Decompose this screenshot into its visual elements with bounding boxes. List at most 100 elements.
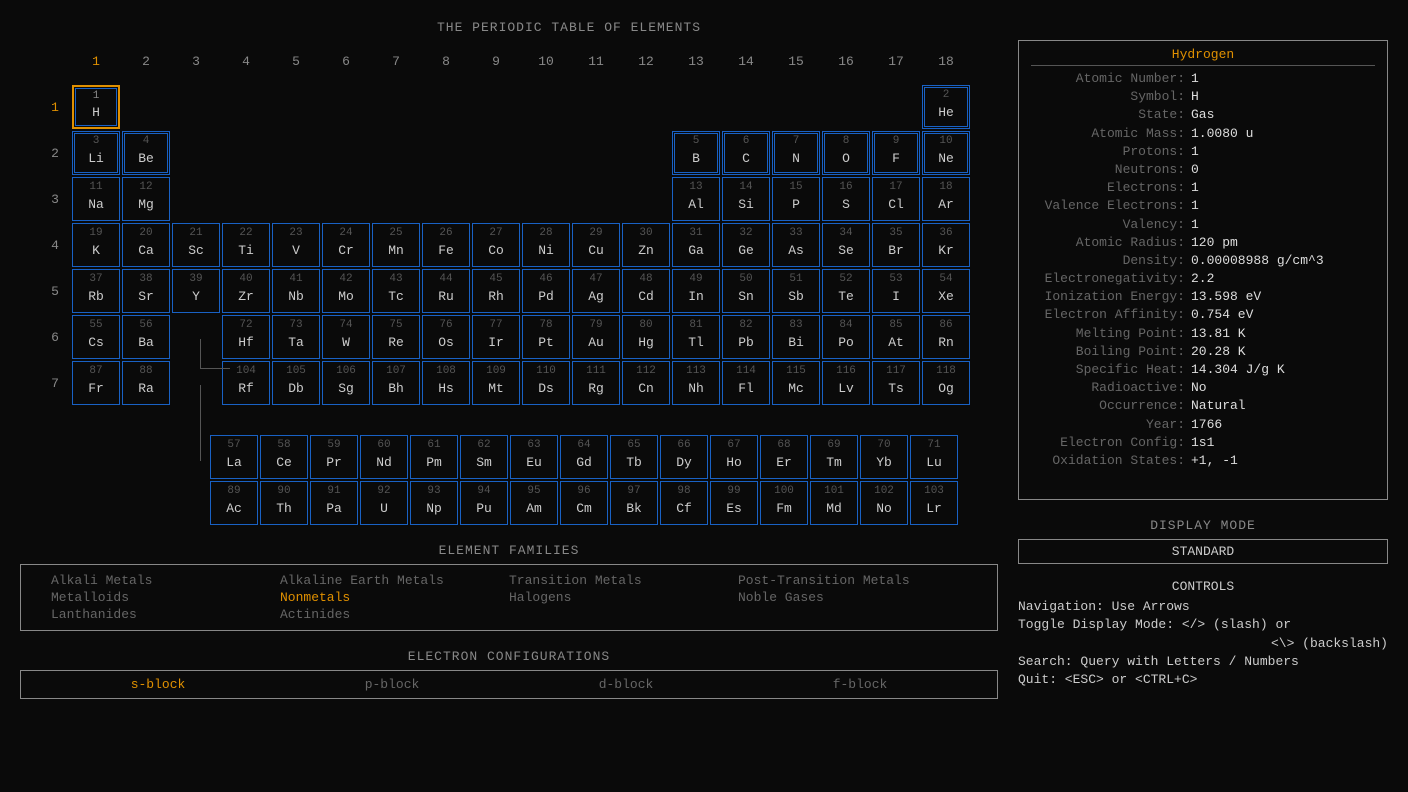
element-cell[interactable]: 86Rn	[922, 315, 970, 359]
family-item[interactable]: Nonmetals	[280, 590, 509, 605]
family-item[interactable]: Metalloids	[51, 590, 280, 605]
element-cell[interactable]: 22Ti	[222, 223, 270, 267]
element-cell[interactable]: 100Fm	[760, 481, 808, 525]
element-cell[interactable]: 2He	[922, 85, 970, 129]
block-item[interactable]: p-block	[365, 677, 420, 692]
family-item[interactable]: Lanthanides	[51, 607, 280, 622]
element-cell[interactable]: 70Yb	[860, 435, 908, 479]
element-cell[interactable]: 83Bi	[772, 315, 820, 359]
element-cell[interactable]: 41Nb	[272, 269, 320, 313]
element-cell[interactable]: 13Al	[672, 177, 720, 221]
element-cell[interactable]: 34Se	[822, 223, 870, 267]
element-cell[interactable]: 47Ag	[572, 269, 620, 313]
element-cell[interactable]: 66Dy	[660, 435, 708, 479]
element-cell[interactable]: 73Ta	[272, 315, 320, 359]
element-cell[interactable]: 46Pd	[522, 269, 570, 313]
element-cell[interactable]: 92U	[360, 481, 408, 525]
element-cell[interactable]: 60Nd	[360, 435, 408, 479]
element-cell[interactable]: 11Na	[72, 177, 120, 221]
element-cell[interactable]: 77Ir	[472, 315, 520, 359]
element-cell[interactable]: 38Sr	[122, 269, 170, 313]
element-cell[interactable]: 29Cu	[572, 223, 620, 267]
family-item[interactable]: Actinides	[280, 607, 509, 622]
element-cell[interactable]: 53I	[872, 269, 920, 313]
element-cell[interactable]: 80Hg	[622, 315, 670, 359]
element-cell[interactable]: 44Ru	[422, 269, 470, 313]
element-cell[interactable]: 101Md	[810, 481, 858, 525]
element-cell[interactable]: 20Ca	[122, 223, 170, 267]
element-cell[interactable]: 16S	[822, 177, 870, 221]
element-cell[interactable]: 118Og	[922, 361, 970, 405]
element-cell[interactable]: 107Bh	[372, 361, 420, 405]
element-cell[interactable]: 109Mt	[472, 361, 520, 405]
element-cell[interactable]: 23V	[272, 223, 320, 267]
element-cell[interactable]: 64Gd	[560, 435, 608, 479]
element-cell[interactable]: 94Pu	[460, 481, 508, 525]
element-cell[interactable]: 10Ne	[922, 131, 970, 175]
element-cell[interactable]: 93Np	[410, 481, 458, 525]
element-cell[interactable]: 21Sc	[172, 223, 220, 267]
element-cell[interactable]: 110Ds	[522, 361, 570, 405]
element-cell[interactable]: 37Rb	[72, 269, 120, 313]
element-cell[interactable]: 35Br	[872, 223, 920, 267]
element-cell[interactable]: 19K	[72, 223, 120, 267]
element-cell[interactable]: 9F	[872, 131, 920, 175]
family-item[interactable]: Noble Gases	[738, 590, 967, 605]
element-cell[interactable]: 69Tm	[810, 435, 858, 479]
element-cell[interactable]: 40Zr	[222, 269, 270, 313]
element-cell[interactable]: 85At	[872, 315, 920, 359]
element-cell[interactable]: 105Db	[272, 361, 320, 405]
element-cell[interactable]: 33As	[772, 223, 820, 267]
element-cell[interactable]: 95Am	[510, 481, 558, 525]
element-cell[interactable]: 103Lr	[910, 481, 958, 525]
element-cell[interactable]: 3Li	[72, 131, 120, 175]
element-cell[interactable]: 108Hs	[422, 361, 470, 405]
element-cell[interactable]: 42Mo	[322, 269, 370, 313]
element-cell[interactable]: 87Fr	[72, 361, 120, 405]
element-cell[interactable]: 62Sm	[460, 435, 508, 479]
element-cell[interactable]: 96Cm	[560, 481, 608, 525]
element-cell[interactable]: 18Ar	[922, 177, 970, 221]
element-cell[interactable]: 55Cs	[72, 315, 120, 359]
element-cell[interactable]: 49In	[672, 269, 720, 313]
element-cell[interactable]: 48Cd	[622, 269, 670, 313]
element-cell[interactable]: 28Ni	[522, 223, 570, 267]
element-cell[interactable]: 27Co	[472, 223, 520, 267]
element-cell[interactable]: 102No	[860, 481, 908, 525]
element-cell[interactable]: 17Cl	[872, 177, 920, 221]
element-cell[interactable]: 6C	[722, 131, 770, 175]
element-cell[interactable]: 8O	[822, 131, 870, 175]
family-item[interactable]: Transition Metals	[509, 573, 738, 588]
family-item[interactable]: Halogens	[509, 590, 738, 605]
element-cell[interactable]: 7N	[772, 131, 820, 175]
element-cell[interactable]: 112Cn	[622, 361, 670, 405]
element-cell[interactable]: 67Ho	[710, 435, 758, 479]
element-cell[interactable]: 61Pm	[410, 435, 458, 479]
element-cell[interactable]: 36Kr	[922, 223, 970, 267]
element-cell[interactable]: 79Au	[572, 315, 620, 359]
element-cell[interactable]: 99Es	[710, 481, 758, 525]
element-cell[interactable]: 74W	[322, 315, 370, 359]
element-cell[interactable]: 54Xe	[922, 269, 970, 313]
element-cell[interactable]: 113Nh	[672, 361, 720, 405]
element-cell[interactable]: 78Pt	[522, 315, 570, 359]
element-cell[interactable]: 43Tc	[372, 269, 420, 313]
element-cell[interactable]: 39Y	[172, 269, 220, 313]
element-cell[interactable]: 75Re	[372, 315, 420, 359]
display-mode-value[interactable]: STANDARD	[1018, 539, 1388, 564]
element-cell[interactable]: 63Eu	[510, 435, 558, 479]
element-cell[interactable]: 106Sg	[322, 361, 370, 405]
element-cell[interactable]: 52Te	[822, 269, 870, 313]
element-cell[interactable]: 26Fe	[422, 223, 470, 267]
element-cell[interactable]: 114Fl	[722, 361, 770, 405]
element-cell[interactable]: 65Tb	[610, 435, 658, 479]
element-cell[interactable]: 90Th	[260, 481, 308, 525]
element-cell[interactable]: 88Ra	[122, 361, 170, 405]
element-cell[interactable]: 45Rh	[472, 269, 520, 313]
element-cell[interactable]: 15P	[772, 177, 820, 221]
element-cell[interactable]: 14Si	[722, 177, 770, 221]
element-cell[interactable]: 5B	[672, 131, 720, 175]
element-cell[interactable]: 98Cf	[660, 481, 708, 525]
element-cell[interactable]: 30Zn	[622, 223, 670, 267]
element-cell[interactable]: 71Lu	[910, 435, 958, 479]
